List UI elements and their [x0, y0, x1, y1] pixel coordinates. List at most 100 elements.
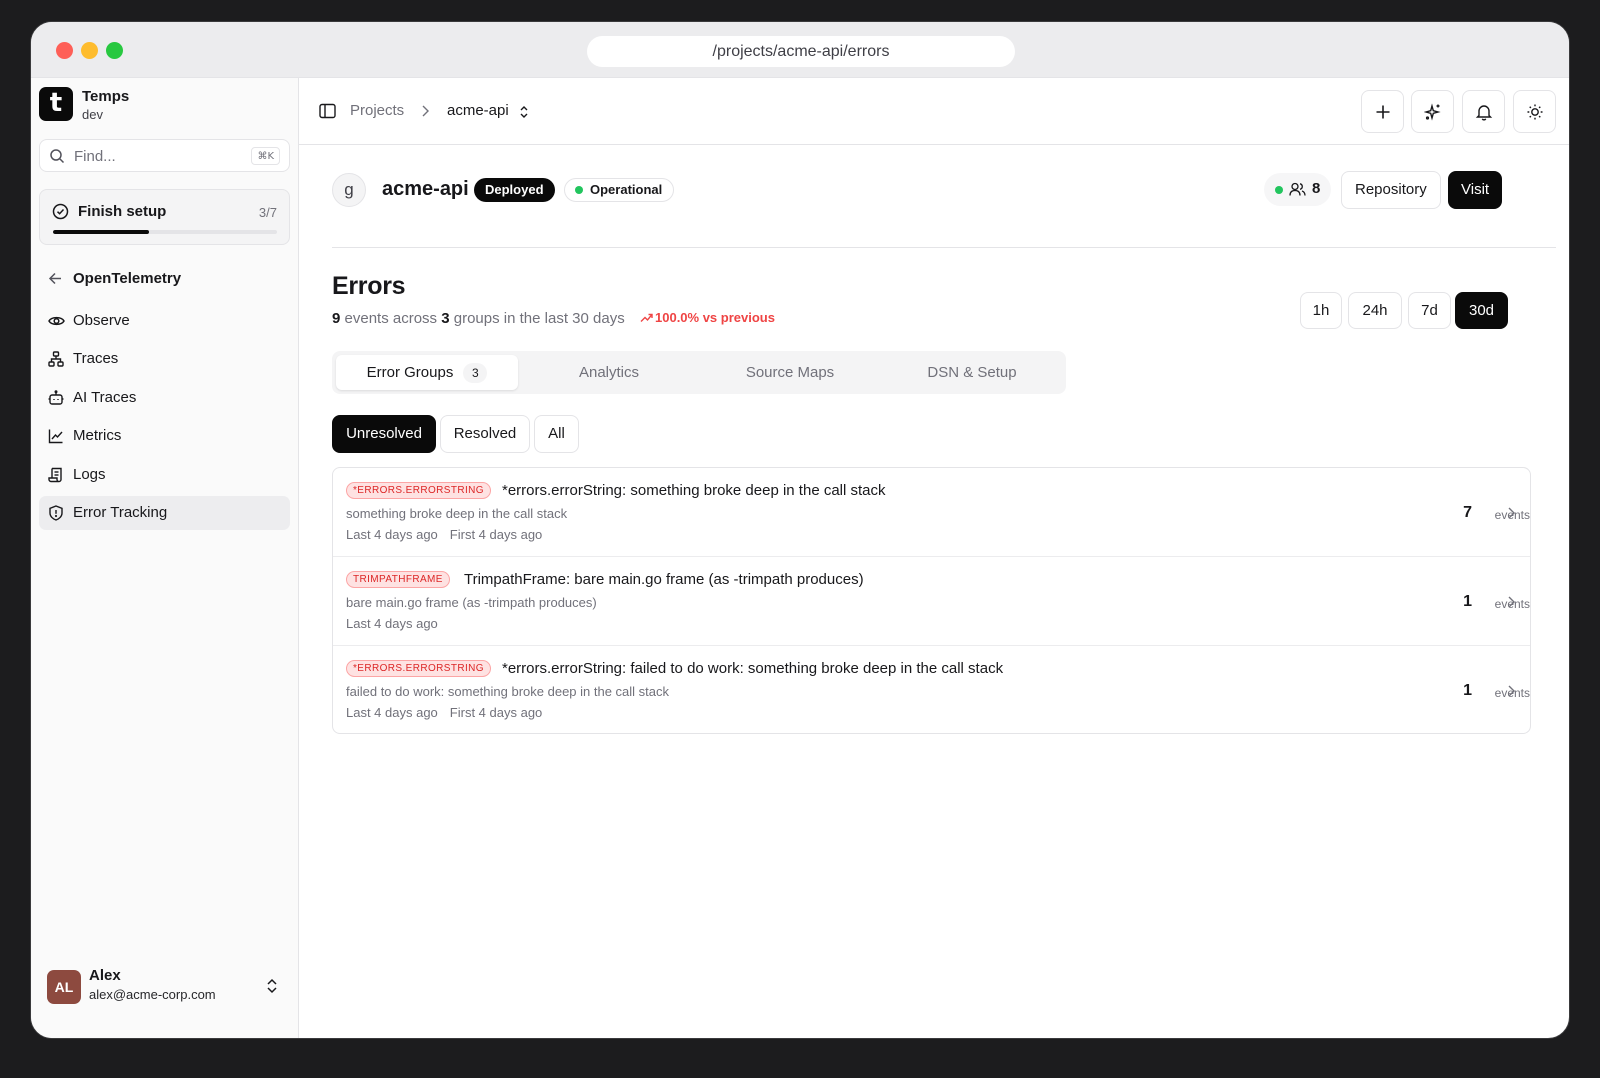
- sidebar-item-error-tracking[interactable]: Error Tracking: [39, 495, 290, 530]
- error-message: failed to do work: something broke deep …: [346, 684, 670, 699]
- event-count: 1: [1463, 682, 1472, 699]
- sidebar-item-traces[interactable]: Traces: [39, 342, 290, 376]
- sidebar-nav: Observe Traces AI Traces Metrics Logs Er…: [39, 304, 290, 534]
- maximize-window-button[interactable]: [106, 42, 123, 59]
- tab-error-groups[interactable]: Error Groups 3: [336, 355, 518, 390]
- eye-icon: [48, 316, 65, 326]
- user-menu[interactable]: AL Alex alex@acme-corp.com: [39, 962, 290, 1012]
- page-title: Errors: [332, 272, 406, 300]
- sidebar-item-ai-traces[interactable]: AI Traces: [39, 381, 290, 415]
- sidebar-item-label: Observe: [73, 312, 130, 329]
- online-dot-icon: [1275, 186, 1283, 194]
- shield-alert-icon: [49, 505, 63, 521]
- errors-summary: 9 events across 3 groups in the last 30 …: [332, 310, 625, 327]
- sidebar-item-label: AI Traces: [73, 388, 137, 406]
- filter-unresolved-button[interactable]: Unresolved: [332, 415, 436, 453]
- title-bar: /projects/acme-api/errors: [31, 22, 1569, 78]
- error-group-row[interactable]: TRIMPATHFRAME TrimpathFrame: bare main.g…: [333, 557, 1530, 646]
- range-1h-button[interactable]: 1h: [1300, 292, 1342, 329]
- range-30d-button[interactable]: 30d: [1455, 292, 1508, 329]
- user-name: Alex: [89, 967, 121, 984]
- sidebar-item-label: Metrics: [73, 427, 122, 445]
- breadcrumb-current-project[interactable]: acme-api: [447, 102, 509, 119]
- sidebar-item-label: Error Tracking: [73, 503, 168, 521]
- back-to-opentelemetry[interactable]: OpenTelemetry: [39, 264, 290, 294]
- chevron-right-icon: [422, 105, 429, 117]
- first-seen: First 4 days ago: [449, 705, 543, 720]
- summary-group-count: 3: [441, 310, 450, 327]
- search-shortcut: ⌘K: [251, 147, 280, 165]
- last-seen: Last 4 days ago: [346, 527, 438, 542]
- tab-analytics[interactable]: Analytics: [518, 355, 700, 390]
- repository-button[interactable]: Repository: [1341, 171, 1441, 209]
- chevron-right-icon: [1508, 596, 1515, 608]
- viewer-count: 8: [1312, 180, 1321, 197]
- event-count: 1: [1463, 593, 1472, 610]
- add-button[interactable]: [1361, 90, 1404, 133]
- active-viewers[interactable]: 8: [1264, 173, 1331, 206]
- health-status-badge: Operational: [564, 178, 675, 202]
- error-meta: Last 4 days ago First 4 days ago: [346, 705, 554, 720]
- sidebar-toggle-icon[interactable]: [319, 103, 336, 119]
- scroll-icon: [48, 467, 62, 482]
- brand-name: Temps: [82, 88, 130, 105]
- address-bar[interactable]: /projects/acme-api/errors: [587, 36, 1015, 67]
- notifications-button[interactable]: [1462, 90, 1505, 133]
- tab-dsn-setup[interactable]: DSN & Setup: [881, 355, 1063, 390]
- close-window-button[interactable]: [56, 42, 73, 59]
- filter-resolved-button[interactable]: Resolved: [440, 415, 530, 453]
- bot-icon: [48, 389, 64, 405]
- error-type-tag: *ERRORS.ERRORSTRING: [346, 482, 491, 499]
- back-label: OpenTelemetry: [73, 270, 182, 287]
- brand-env: dev: [82, 107, 103, 122]
- top-bar: Projects acme-api: [299, 78, 1569, 145]
- filter-all-button[interactable]: All: [534, 415, 579, 453]
- project-avatar: g: [332, 173, 366, 207]
- trend-indicator: 100.0% vs previous: [640, 310, 775, 325]
- error-type-tag: *ERRORS.ERRORSTRING: [346, 660, 491, 677]
- avatar: AL: [47, 970, 81, 1004]
- sidebar: t Temps dev Find... ⌘K Finish setup 3/7 …: [31, 78, 299, 1038]
- chevrons-up-down-icon[interactable]: [519, 104, 529, 120]
- minimize-window-button[interactable]: [81, 42, 98, 59]
- trend-text: 100.0% vs previous: [655, 310, 775, 325]
- first-seen: First 4 days ago: [449, 527, 543, 542]
- breadcrumb-projects[interactable]: Projects: [350, 102, 404, 119]
- event-count: 7: [1463, 504, 1472, 521]
- error-message: something broke deep in the call stack: [346, 506, 568, 521]
- error-title: TrimpathFrame: bare main.go frame (as -t…: [464, 571, 864, 588]
- deploy-status-badge: Deployed: [474, 178, 555, 202]
- error-meta: Last 4 days ago: [346, 616, 450, 631]
- range-7d-button[interactable]: 7d: [1408, 292, 1451, 329]
- summary-groups-text: groups in the last 30 days: [453, 310, 625, 327]
- sidebar-item-logs[interactable]: Logs: [39, 458, 290, 492]
- summary-event-count: 9: [332, 310, 341, 327]
- trending-up-icon: [640, 313, 653, 322]
- range-24h-button[interactable]: 24h: [1348, 292, 1402, 329]
- last-seen: Last 4 days ago: [346, 705, 438, 720]
- tab-count-badge: 3: [463, 363, 488, 383]
- setup-progress-fill: [53, 230, 150, 234]
- visit-button[interactable]: Visit: [1448, 171, 1503, 209]
- arrow-left-icon: [48, 272, 61, 285]
- errors-tabs: Error Groups 3 Analytics Source Maps DSN …: [332, 351, 1066, 394]
- finish-setup-card[interactable]: Finish setup 3/7: [39, 189, 290, 245]
- sidebar-item-observe[interactable]: Observe: [39, 304, 290, 338]
- sidebar-item-label: Traces: [73, 350, 119, 368]
- tab-label: Error Groups: [366, 364, 454, 381]
- sidebar-item-label: Logs: [73, 465, 106, 483]
- error-title: *errors.errorString: failed to do work: …: [502, 660, 1004, 677]
- error-group-row[interactable]: *ERRORS.ERRORSTRING *errors.errorString:…: [333, 646, 1530, 735]
- ai-assistant-button[interactable]: [1411, 90, 1454, 133]
- theme-toggle-button[interactable]: [1513, 90, 1556, 133]
- app-logo[interactable]: t: [39, 87, 73, 121]
- error-type-tag: TRIMPATHFRAME: [346, 571, 450, 588]
- error-group-row[interactable]: *ERRORS.ERRORSTRING *errors.errorString:…: [333, 468, 1530, 557]
- browser-window: /projects/acme-api/errors t Temps dev Fi…: [30, 21, 1570, 1039]
- tab-source-maps[interactable]: Source Maps: [699, 355, 881, 390]
- error-title: *errors.errorString: something broke dee…: [502, 482, 886, 499]
- error-message: bare main.go frame (as -trimpath produce…: [346, 595, 597, 610]
- sidebar-item-metrics[interactable]: Metrics: [39, 419, 290, 453]
- chevrons-up-down-icon: [267, 978, 277, 994]
- search-input[interactable]: Find... ⌘K: [39, 139, 290, 172]
